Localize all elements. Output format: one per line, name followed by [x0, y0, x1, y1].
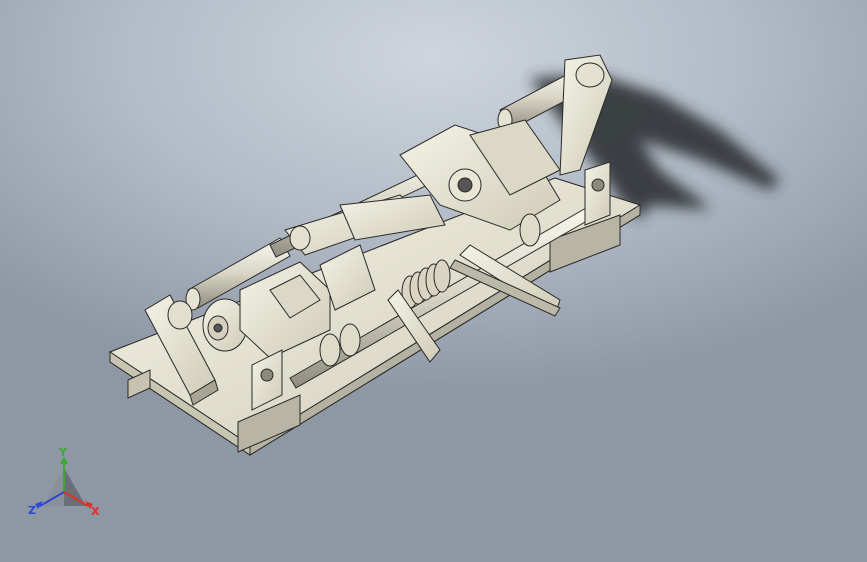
triad-y-label: Y: [58, 448, 68, 459]
pillow-block-right[interactable]: [584, 161, 611, 226]
graphics-viewport[interactable]: Y X Z: [0, 0, 867, 562]
triad-x-label: X: [91, 505, 100, 518]
triad-z-label: Z: [28, 504, 36, 517]
assembly-model[interactable]: [0, 0, 867, 562]
orientation-triad[interactable]: Y X Z: [22, 448, 112, 528]
